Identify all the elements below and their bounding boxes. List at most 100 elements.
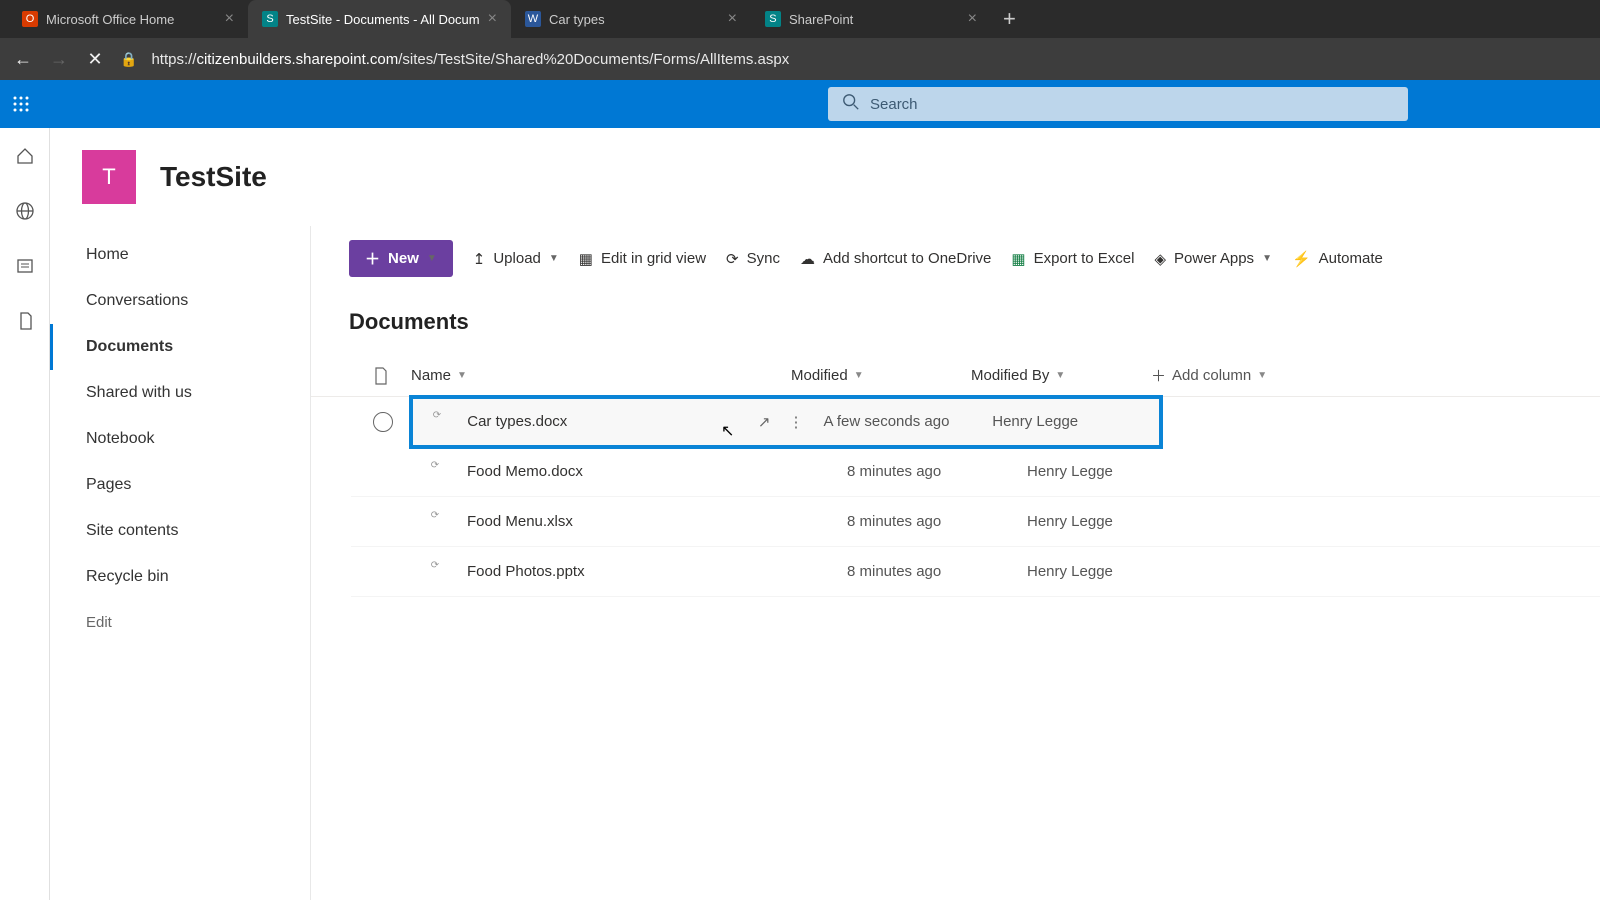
more-icon[interactable]: ⋮ (789, 413, 804, 431)
files-icon[interactable] (15, 311, 35, 336)
content-area: T TestSite Home Conversations Documents … (50, 128, 1600, 900)
left-nav: Home Conversations Documents Shared with… (50, 226, 310, 900)
sync-button[interactable]: ⟳ Sync (726, 250, 780, 268)
new-tab-button[interactable]: + (991, 6, 1028, 32)
new-button[interactable]: ＋ New ▼ (349, 240, 453, 277)
nav-site-contents[interactable]: Site contents (50, 508, 310, 554)
nav-recycle-bin[interactable]: Recycle bin (50, 554, 310, 600)
browser-tab-3[interactable]: S SharePoint × (751, 0, 991, 38)
modified-cell: A few seconds ago (824, 413, 993, 430)
export-button[interactable]: ▦ Export to Excel (1011, 250, 1134, 268)
news-icon[interactable] (15, 256, 35, 281)
file-name-text: Food Menu.xlsx (467, 513, 573, 530)
modified-by-cell: Henry Legge (1027, 513, 1207, 530)
browser-tab-2[interactable]: W Car types × (511, 0, 751, 38)
tab-label: TestSite - Documents - All Docum (286, 12, 480, 27)
close-icon[interactable]: × (968, 10, 977, 28)
nav-edit-link[interactable]: Edit (50, 600, 310, 645)
tab-label: SharePoint (789, 12, 853, 27)
chevron-down-icon: ▼ (854, 370, 864, 381)
column-modified-label: Modified (791, 367, 848, 384)
site-title[interactable]: TestSite (160, 161, 267, 193)
chevron-down-icon: ▼ (1055, 370, 1065, 381)
file-name[interactable]: Car types.docx ↗ ⋮ (467, 413, 823, 431)
word-icon: W (525, 11, 541, 27)
modified-by-cell: Henry Legge (1027, 563, 1207, 580)
column-name[interactable]: Name ▼ (411, 367, 791, 384)
loading-icon: ⟳ (433, 410, 441, 421)
file-type-icon: ⟳ (411, 466, 467, 477)
close-icon[interactable]: × (728, 10, 737, 28)
column-modified-by[interactable]: Modified By ▼ (971, 367, 1151, 384)
modified-cell: 8 minutes ago (847, 563, 1027, 580)
tab-label: Car types (549, 12, 605, 27)
main-layout: T TestSite Home Conversations Documents … (0, 128, 1600, 900)
select-circle-icon (373, 412, 393, 432)
stop-reload-button[interactable]: ✕ (84, 49, 106, 70)
table-row[interactable]: ⟳ Food Menu.xlsx 8 minutes ago Henry Leg… (351, 497, 1600, 547)
file-name[interactable]: Food Menu.xlsx (467, 513, 847, 530)
file-icon (374, 367, 388, 385)
nav-pages[interactable]: Pages (50, 462, 310, 508)
browser-tab-1[interactable]: S TestSite - Documents - All Docum × (248, 0, 511, 38)
export-label: Export to Excel (1034, 250, 1135, 267)
tab-label: Microsoft Office Home (46, 12, 174, 27)
file-name[interactable]: Food Photos.pptx (467, 563, 847, 580)
grid-icon: ▦ (579, 250, 593, 268)
nav-shared-with-us[interactable]: Shared with us (50, 370, 310, 416)
address-url[interactable]: https://citizenbuilders.sharepoint.com/s… (151, 51, 789, 68)
globe-icon[interactable] (15, 201, 35, 226)
upload-button[interactable]: ↥ Upload ▼ (473, 250, 559, 268)
file-name[interactable]: Food Memo.docx (467, 463, 847, 480)
file-type-icon: ⟳ (415, 416, 468, 427)
file-name-text: Food Memo.docx (467, 463, 583, 480)
command-bar: ＋ New ▼ ↥ Upload ▼ ▦ Edit in grid view (311, 226, 1600, 291)
upload-icon: ↥ (473, 250, 486, 268)
site-logo[interactable]: T (82, 150, 136, 204)
body-split: Home Conversations Documents Shared with… (50, 226, 1600, 900)
table-rows: ⟳ Car types.docx ↗ ⋮ A few seconds ago H… (311, 397, 1600, 597)
nav-documents[interactable]: Documents (50, 324, 310, 370)
nav-conversations[interactable]: Conversations (50, 278, 310, 324)
nav-home[interactable]: Home (50, 232, 310, 278)
close-icon[interactable]: × (488, 10, 497, 28)
file-name-text: Food Photos.pptx (467, 563, 585, 580)
search-box[interactable] (828, 87, 1408, 121)
shortcut-button[interactable]: ☁ Add shortcut to OneDrive (800, 250, 991, 268)
table-row[interactable]: ⟳ Car types.docx ↗ ⋮ A few seconds ago H… (411, 397, 1161, 447)
automate-icon: ⚡ (1292, 250, 1311, 268)
search-icon (842, 93, 860, 116)
powerapps-label: Power Apps (1174, 250, 1254, 267)
sharepoint-icon: S (262, 11, 278, 27)
column-file-type[interactable] (351, 367, 411, 385)
browser-tab-0[interactable]: O Microsoft Office Home × (8, 0, 248, 38)
home-icon[interactable] (15, 146, 35, 171)
app-launcher-icon[interactable] (12, 95, 30, 113)
excel-icon: ▦ (1011, 250, 1025, 268)
edit-grid-button[interactable]: ▦ Edit in grid view (579, 250, 706, 268)
forward-button[interactable]: → (48, 49, 70, 70)
office-icon: O (22, 11, 38, 27)
share-icon[interactable]: ↗ (758, 413, 771, 431)
browser-chrome: O Microsoft Office Home × S TestSite - D… (0, 0, 1600, 80)
loading-icon: ⟳ (431, 560, 439, 571)
automate-button[interactable]: ⚡ Automate (1292, 250, 1383, 268)
close-icon[interactable]: × (225, 10, 234, 28)
search-input[interactable] (870, 96, 1394, 113)
nav-notebook[interactable]: Notebook (50, 416, 310, 462)
url-path: /sites/TestSite/Shared%20Documents/Forms… (398, 51, 789, 68)
file-type-icon: ⟳ (411, 566, 467, 577)
modified-cell: 8 minutes ago (847, 513, 1027, 530)
document-area: ＋ New ▼ ↥ Upload ▼ ▦ Edit in grid view (310, 226, 1600, 900)
table-row[interactable]: ⟳ Food Memo.docx 8 minutes ago Henry Leg… (351, 447, 1600, 497)
sync-icon: ⟳ (726, 250, 739, 268)
add-column-button[interactable]: ＋ Add column ▼ (1151, 365, 1331, 386)
back-button[interactable]: ← (12, 49, 34, 70)
powerapps-button[interactable]: ◈ Power Apps ▼ (1154, 250, 1272, 268)
chevron-down-icon: ▼ (1262, 253, 1272, 264)
file-name-text: Car types.docx (467, 413, 567, 430)
row-select[interactable] (351, 412, 415, 432)
table-row[interactable]: ⟳ Food Photos.pptx 8 minutes ago Henry L… (351, 547, 1600, 597)
url-prefix: https:// (151, 51, 196, 68)
column-modified[interactable]: Modified ▼ (791, 367, 971, 384)
